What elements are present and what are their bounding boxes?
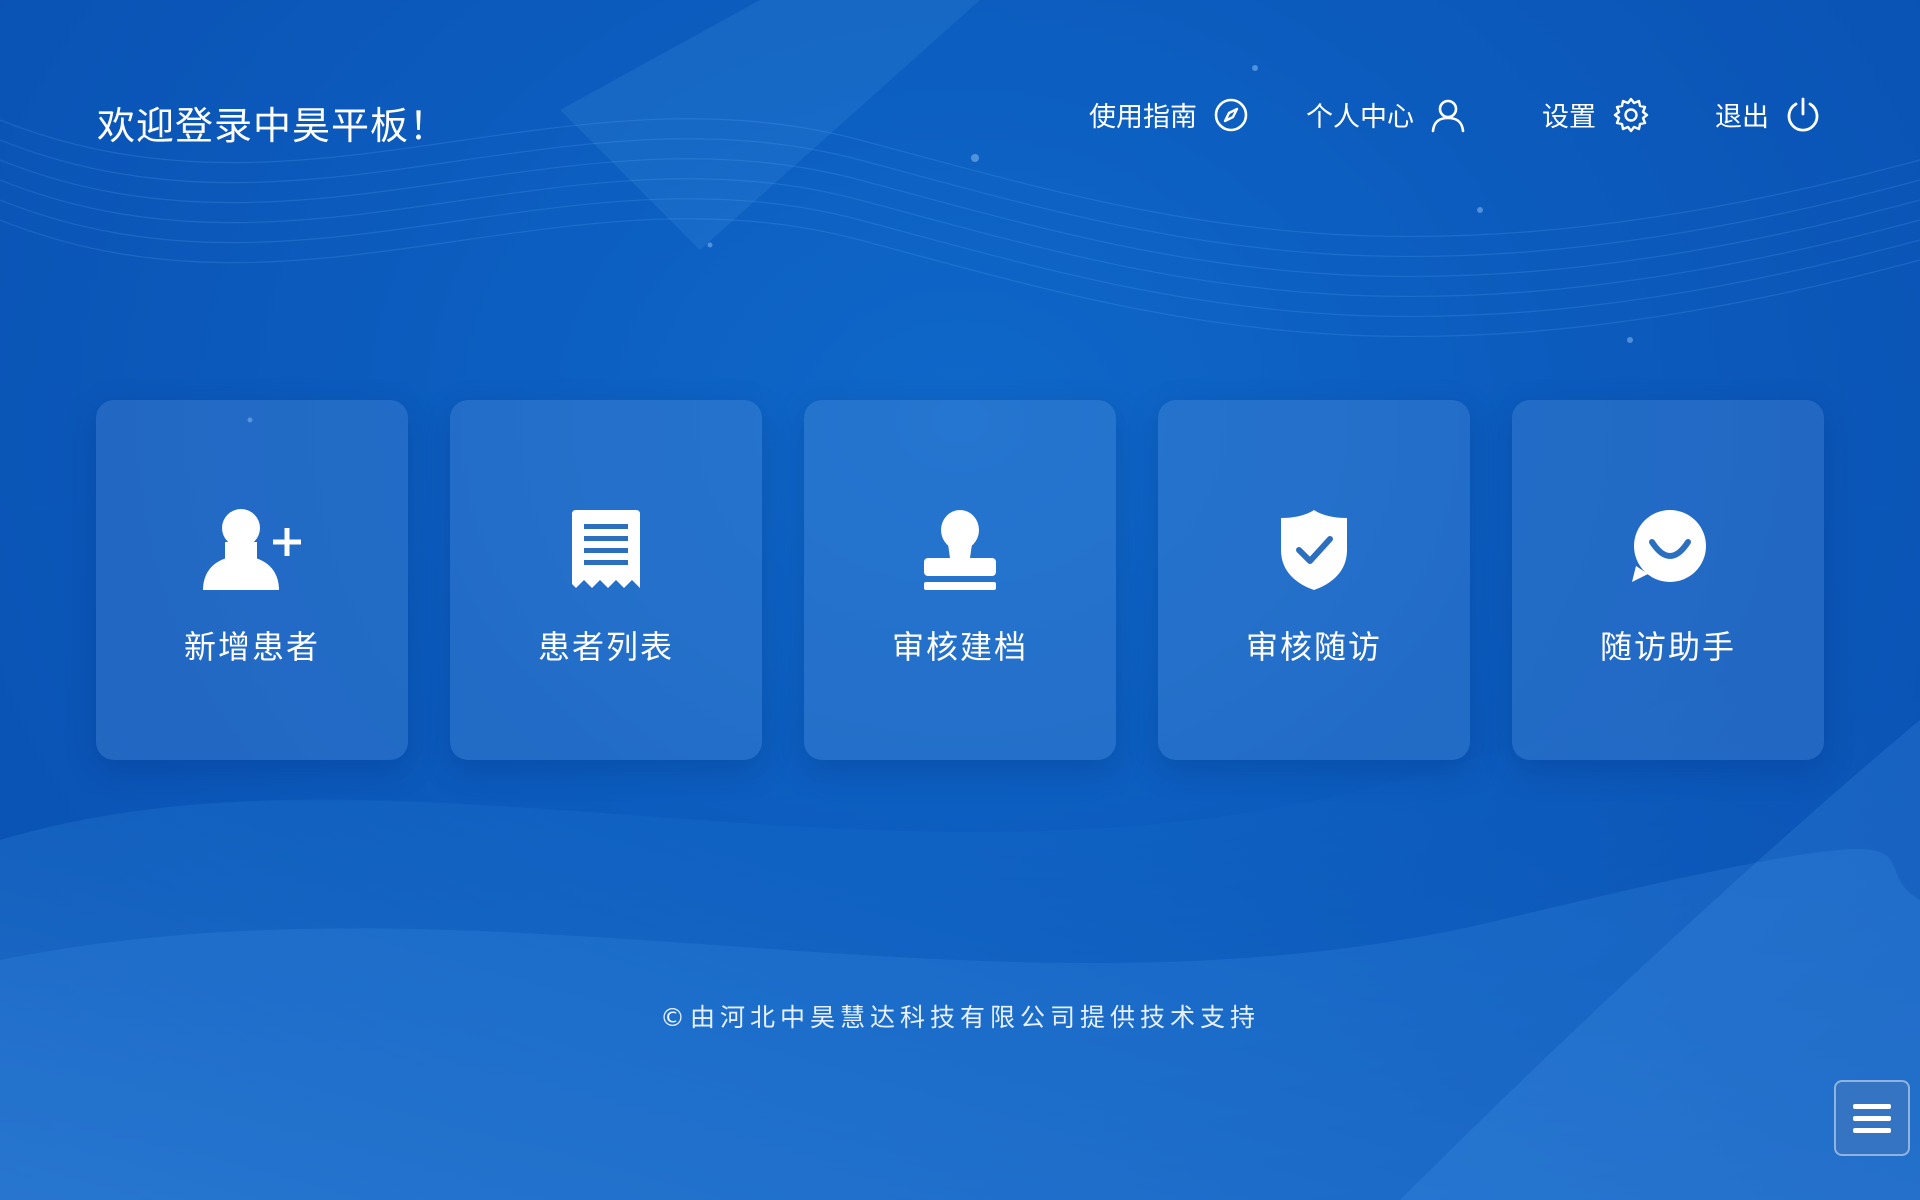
card-add-patient[interactable]: 新增患者 xyxy=(96,400,408,760)
smile-chat-icon xyxy=(1613,508,1723,592)
card-review-followup-label: 审核随访 xyxy=(1245,628,1382,666)
card-patient-list[interactable]: 患者列表 xyxy=(450,400,762,760)
nav-guide-label: 使用指南 xyxy=(1089,102,1197,133)
nav-settings-label: 设置 xyxy=(1542,102,1596,133)
compass-icon xyxy=(1213,97,1249,133)
power-icon xyxy=(1785,97,1821,133)
nav-profile[interactable]: 个人中心 xyxy=(1306,95,1466,134)
menu-icon xyxy=(1853,1104,1891,1133)
receipt-list-icon xyxy=(551,508,661,592)
card-review-followup[interactable]: 审核随访 xyxy=(1158,400,1470,760)
card-add-patient-label: 新增患者 xyxy=(183,628,320,666)
card-followup-assistant-label: 随访助手 xyxy=(1599,628,1736,666)
card-review-records-label: 审核建档 xyxy=(891,628,1028,666)
add-user-icon xyxy=(197,508,307,592)
home-screen: 欢迎登录中昊平板！ 使用指南 个人中心 设置 退出 新增患者 患者列表 审核建档… xyxy=(0,0,1920,1200)
gear-icon xyxy=(1612,96,1650,134)
user-icon xyxy=(1430,97,1466,133)
nav-profile-label: 个人中心 xyxy=(1306,102,1414,133)
welcome-title: 欢迎登录中昊平板！ xyxy=(97,104,449,148)
nav-logout[interactable]: 退出 xyxy=(1715,95,1821,134)
footer-copyright: ©由河北中昊慧达科技有限公司提供技术支持 xyxy=(659,1003,1260,1032)
card-review-records[interactable]: 审核建档 xyxy=(804,400,1116,760)
stamp-icon xyxy=(905,508,1015,592)
nav-settings[interactable]: 设置 xyxy=(1542,95,1650,134)
card-patient-list-label: 患者列表 xyxy=(537,628,674,666)
card-followup-assistant[interactable]: 随访助手 xyxy=(1512,400,1824,760)
feature-cards: 新增患者 患者列表 审核建档 审核随访 随访助手 xyxy=(96,400,1824,760)
shield-check-icon xyxy=(1259,508,1369,592)
nav-logout-label: 退出 xyxy=(1715,102,1769,133)
menu-button[interactable] xyxy=(1834,1080,1910,1156)
nav-guide[interactable]: 使用指南 xyxy=(1089,95,1249,134)
